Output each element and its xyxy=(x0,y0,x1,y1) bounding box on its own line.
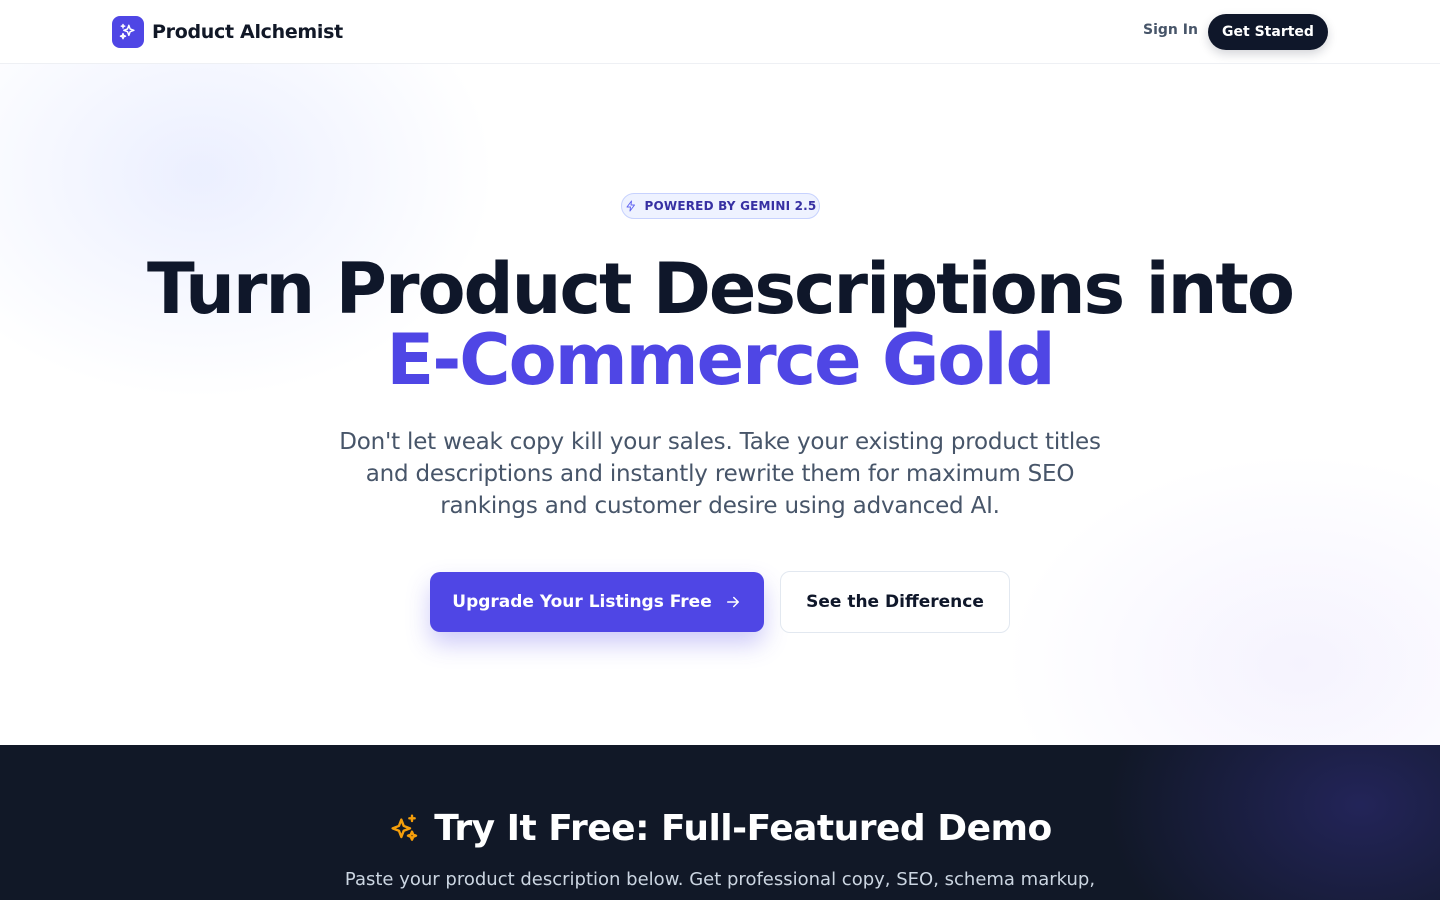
badge-text: POWERED BY GEMINI 2.5 xyxy=(644,199,817,213)
brand-name: Product Alchemist xyxy=(152,21,343,43)
get-started-button[interactable]: Get Started xyxy=(1208,14,1328,50)
demo-section: Try It Free: Full-Featured Demo Paste yo… xyxy=(0,745,1440,900)
sign-in-link[interactable]: Sign In xyxy=(1143,22,1198,38)
headline-line-2: E-Commerce Gold xyxy=(386,319,1055,401)
demo-subtitle: Paste your product description below. Ge… xyxy=(344,869,1096,890)
hero-subheadline: Don't let weak copy kill your sales. Tak… xyxy=(339,429,1101,519)
demo-title: Try It Free: Full-Featured Demo xyxy=(434,808,1052,849)
arrow-right-icon xyxy=(726,596,739,608)
zap-icon xyxy=(626,200,635,212)
sparkles-icon xyxy=(391,814,418,841)
hero-section: POWERED BY GEMINI 2.5 Turn Product Descr… xyxy=(0,64,1440,745)
demo-heading: Try It Free: Full-Featured Demo xyxy=(0,807,1440,851)
sparkles-icon xyxy=(112,16,144,48)
brand-logo[interactable]: Product Alchemist xyxy=(112,16,343,48)
headline-line-1: Turn Product Descriptions into xyxy=(147,248,1295,330)
upgrade-listings-button[interactable]: Upgrade Your Listings Free xyxy=(430,572,764,632)
top-nav: Product Alchemist Sign In Get Started xyxy=(0,0,1440,64)
powered-by-badge: POWERED BY GEMINI 2.5 xyxy=(621,193,820,219)
upgrade-listings-label: Upgrade Your Listings Free xyxy=(452,592,712,612)
see-difference-button[interactable]: See the Difference xyxy=(780,571,1010,633)
